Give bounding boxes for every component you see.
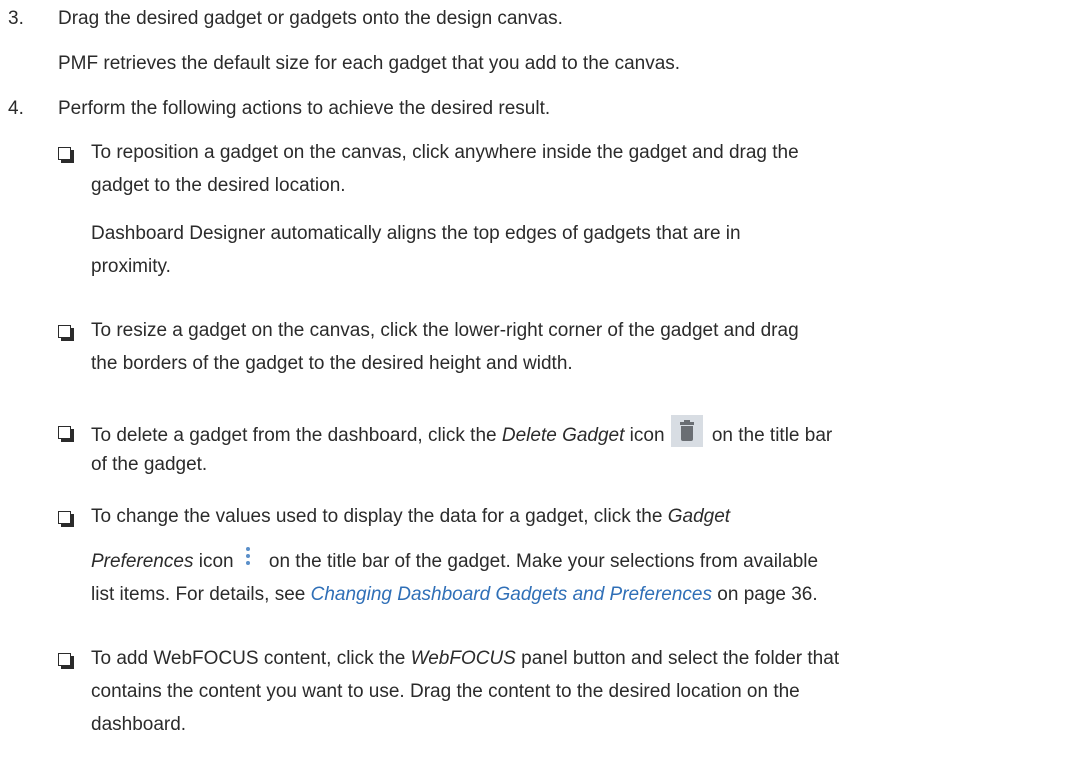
bullet-body: To change the values used to display the… bbox=[91, 500, 1031, 611]
bullet-body: To reposition a gadget on the canvas, cl… bbox=[91, 136, 1031, 202]
step-number: 4. bbox=[8, 98, 24, 119]
details-prefix: list items. For details, see bbox=[91, 584, 311, 605]
webfocus-label: WebFOCUS bbox=[410, 648, 516, 669]
bullet-line: To add WebFOCUS content, click the WebFO… bbox=[91, 642, 1031, 675]
step-3-note: PMF retrieves the default size for each … bbox=[58, 53, 681, 74]
step-text: Drag the desired gadget or gadgets onto … bbox=[58, 8, 563, 29]
bullet-body: To add WebFOCUS content, click the WebFO… bbox=[91, 642, 1031, 741]
bullet-line: dashboard. bbox=[91, 714, 187, 735]
gadget-label: Gadget bbox=[667, 506, 731, 527]
bullet-line: gadget to the desired location. bbox=[91, 175, 346, 196]
preferences-mid: icon bbox=[193, 551, 234, 572]
delete-mid: icon bbox=[624, 425, 665, 446]
bullet-line: the borders of the gadget to the desired… bbox=[91, 353, 573, 374]
delete-suffix: on the title bar bbox=[706, 425, 833, 446]
bullet-line: To resize a gadget on the canvas, click … bbox=[91, 320, 799, 341]
bullet-line: To delete a gadget from the dashboard, c… bbox=[91, 415, 1031, 448]
bullet-body: To resize a gadget on the canvas, click … bbox=[91, 314, 1031, 380]
delete-gadget-label: Delete Gadget bbox=[501, 425, 625, 446]
bullet-line: contains the content you want to use. Dr… bbox=[91, 681, 800, 702]
step-number: 3. bbox=[8, 8, 24, 29]
checkbox-bullet-icon bbox=[58, 325, 74, 341]
preferences-suffix: on the title bar of the gadget. Make you… bbox=[263, 551, 819, 572]
reposition-note: Dashboard Designer automatically aligns … bbox=[91, 217, 741, 283]
details-suffix: on page 36. bbox=[712, 584, 818, 605]
step-text: Perform the following actions to achieve… bbox=[58, 98, 551, 119]
preferences-prefix: To change the values used to display the… bbox=[91, 506, 668, 527]
changing-dashboard-gadgets-link[interactable]: Changing Dashboard Gadgets and Preferenc… bbox=[311, 584, 712, 605]
checkbox-bullet-icon bbox=[58, 426, 74, 442]
note-line: proximity. bbox=[91, 256, 171, 277]
bullet-body: To delete a gadget from the dashboard, c… bbox=[91, 415, 1031, 481]
preferences-label: Preferences bbox=[91, 551, 194, 572]
checkbox-bullet-icon bbox=[58, 511, 74, 527]
bullet-line: To reposition a gadget on the canvas, cl… bbox=[91, 142, 799, 163]
vertical-dots-icon bbox=[238, 545, 258, 571]
bullet-line: To change the values used to display the… bbox=[91, 500, 1031, 545]
bullet-line: Preferences icon on the title bar of the… bbox=[91, 545, 1031, 578]
bullet-line: of the gadget. bbox=[91, 454, 208, 475]
note-line: Dashboard Designer automatically aligns … bbox=[91, 223, 741, 244]
webfocus-suffix: panel button and select the folder that bbox=[515, 648, 840, 669]
checkbox-bullet-icon bbox=[58, 147, 74, 163]
delete-prefix: To delete a gadget from the dashboard, c… bbox=[91, 425, 502, 446]
webfocus-prefix: To add WebFOCUS content, click the bbox=[91, 648, 411, 669]
checkbox-bullet-icon bbox=[58, 653, 74, 669]
trash-icon bbox=[670, 415, 703, 447]
bullet-line: list items. For details, see Changing Da… bbox=[91, 578, 1031, 611]
